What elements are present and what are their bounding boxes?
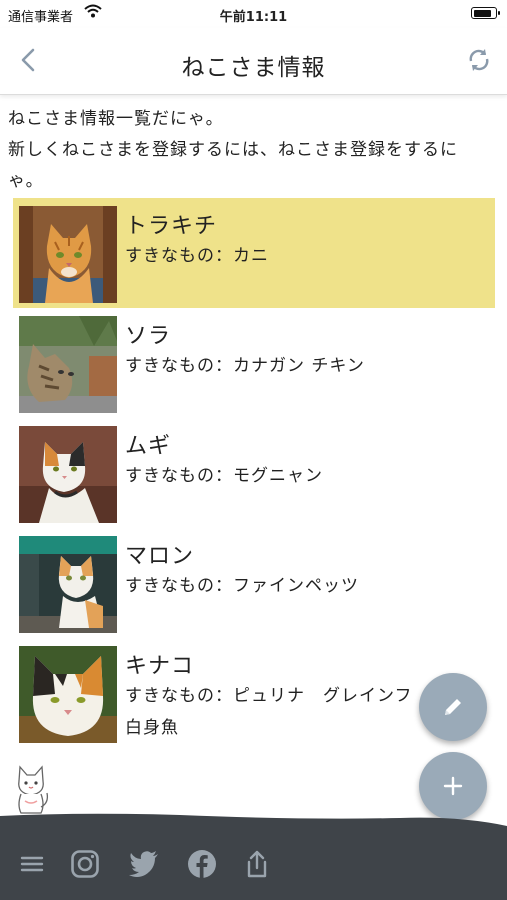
facebook-icon	[188, 850, 216, 878]
cat-list-item[interactable]: ソラ すきなもの：カナガン チキン	[13, 308, 495, 418]
share-icon	[247, 850, 267, 878]
cat-photo	[19, 316, 117, 413]
battery-icon	[471, 7, 500, 19]
twitter-button[interactable]	[128, 848, 160, 880]
refresh-button[interactable]	[461, 42, 497, 78]
footer-bar	[0, 812, 507, 900]
cat-photo	[19, 536, 117, 633]
cat-name: キナコ	[125, 654, 195, 679]
pencil-icon	[445, 699, 461, 715]
add-cat-button[interactable]	[419, 752, 487, 820]
cat-photo	[19, 206, 117, 303]
instagram-icon	[71, 850, 99, 878]
cat-mascot-icon	[11, 763, 51, 815]
intro-line-3: ゃ。	[8, 171, 44, 191]
plus-icon	[443, 776, 463, 796]
cat-name: ムギ	[125, 434, 172, 459]
cat-name: トラキチ	[125, 214, 218, 239]
instagram-button[interactable]	[69, 848, 101, 880]
cat-name: マロン	[125, 544, 195, 569]
facebook-button[interactable]	[186, 848, 218, 880]
menu-button[interactable]	[16, 848, 48, 880]
cat-likes: すきなもの：カナガン チキン	[125, 356, 365, 376]
hamburger-menu-icon	[20, 856, 44, 872]
refresh-icon	[469, 49, 489, 71]
intro-line-2: 新しくねこさまを登録するには、ねこさま登録をするに	[8, 140, 458, 160]
cat-name: ソラ	[125, 324, 172, 349]
cat-list-item[interactable]: トラキチ すきなもの：カニ	[13, 198, 495, 308]
cat-likes: すきなもの：ファインペッツ	[125, 576, 359, 596]
cat-likes: すきなもの：ピュリナ グレインフ	[125, 686, 413, 706]
cat-likes: すきなもの：カニ	[125, 246, 269, 266]
status-bar: 通信事業者 午前11:11	[0, 0, 507, 28]
cat-list: トラキチ すきなもの：カニ ソラ すきなもの：カナガン チキン ムギ すきなもの…	[13, 198, 495, 748]
cat-photo	[19, 426, 117, 523]
cat-likes-continued: 白身魚	[125, 718, 179, 738]
share-button[interactable]	[241, 848, 273, 880]
navigation-bar: ねこさま情報	[0, 28, 507, 95]
status-time: 午前11:11	[219, 10, 288, 25]
cat-photo	[19, 646, 117, 743]
edit-button[interactable]	[419, 673, 487, 741]
page-title: ねこさま情報	[181, 55, 326, 81]
cat-list-item[interactable]: ムギ すきなもの：モグニャン	[13, 418, 495, 528]
intro-line-1: ねこさま情報一覧だにゃ。	[8, 109, 224, 129]
intro-text: ねこさま情報一覧だにゃ。 新しくねこさまを登録するには、ねこさま登録をするに ゃ…	[8, 104, 500, 197]
cat-likes: すきなもの：モグニャン	[125, 466, 323, 486]
cat-list-item[interactable]: マロン すきなもの：ファインペッツ	[13, 528, 495, 638]
twitter-icon	[129, 851, 158, 877]
